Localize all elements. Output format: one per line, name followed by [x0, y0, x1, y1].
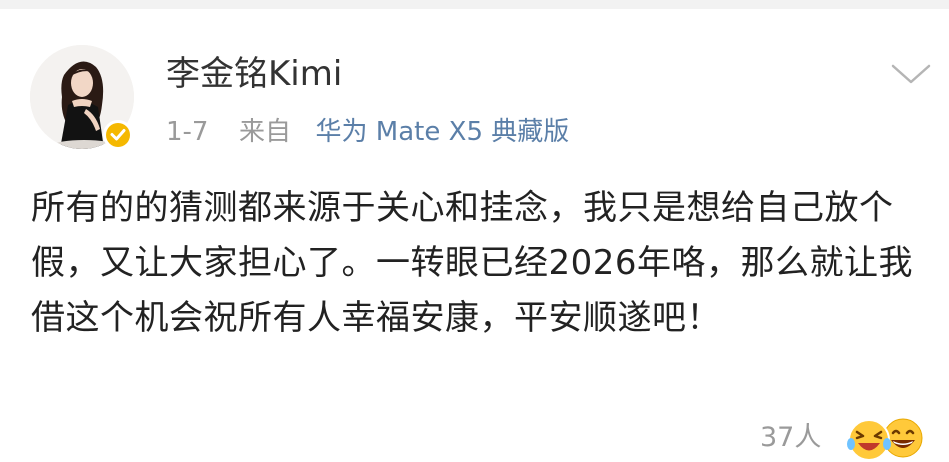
reaction-icons[interactable] [845, 414, 925, 462]
top-divider [0, 0, 949, 9]
laughing-tears-emoji-icon [847, 419, 891, 461]
source-prefix: 来自 [239, 117, 292, 147]
reaction-count[interactable]: 37人 [760, 422, 821, 454]
source-device-link[interactable]: 华为 Mate X5 典藏版 [316, 117, 570, 147]
post-body: 所有的的猜测都来源于关心和挂念，我只是想给自己放个假，又让大家担心了。一转眼已经… [31, 188, 914, 338]
verified-badge-icon [106, 123, 130, 147]
post-meta: 1-7 来自 华为 Mate X5 典藏版 [166, 115, 569, 149]
author-name[interactable]: 李金铭Kimi [166, 54, 342, 94]
chevron-down-icon[interactable] [889, 61, 933, 87]
post-date: 1-7 [166, 117, 209, 147]
post-card: 李金铭Kimi 1-7 来自 华为 Mate X5 典藏版 所有的的猜测都来源于… [0, 9, 949, 461]
verified-badge [103, 120, 133, 150]
